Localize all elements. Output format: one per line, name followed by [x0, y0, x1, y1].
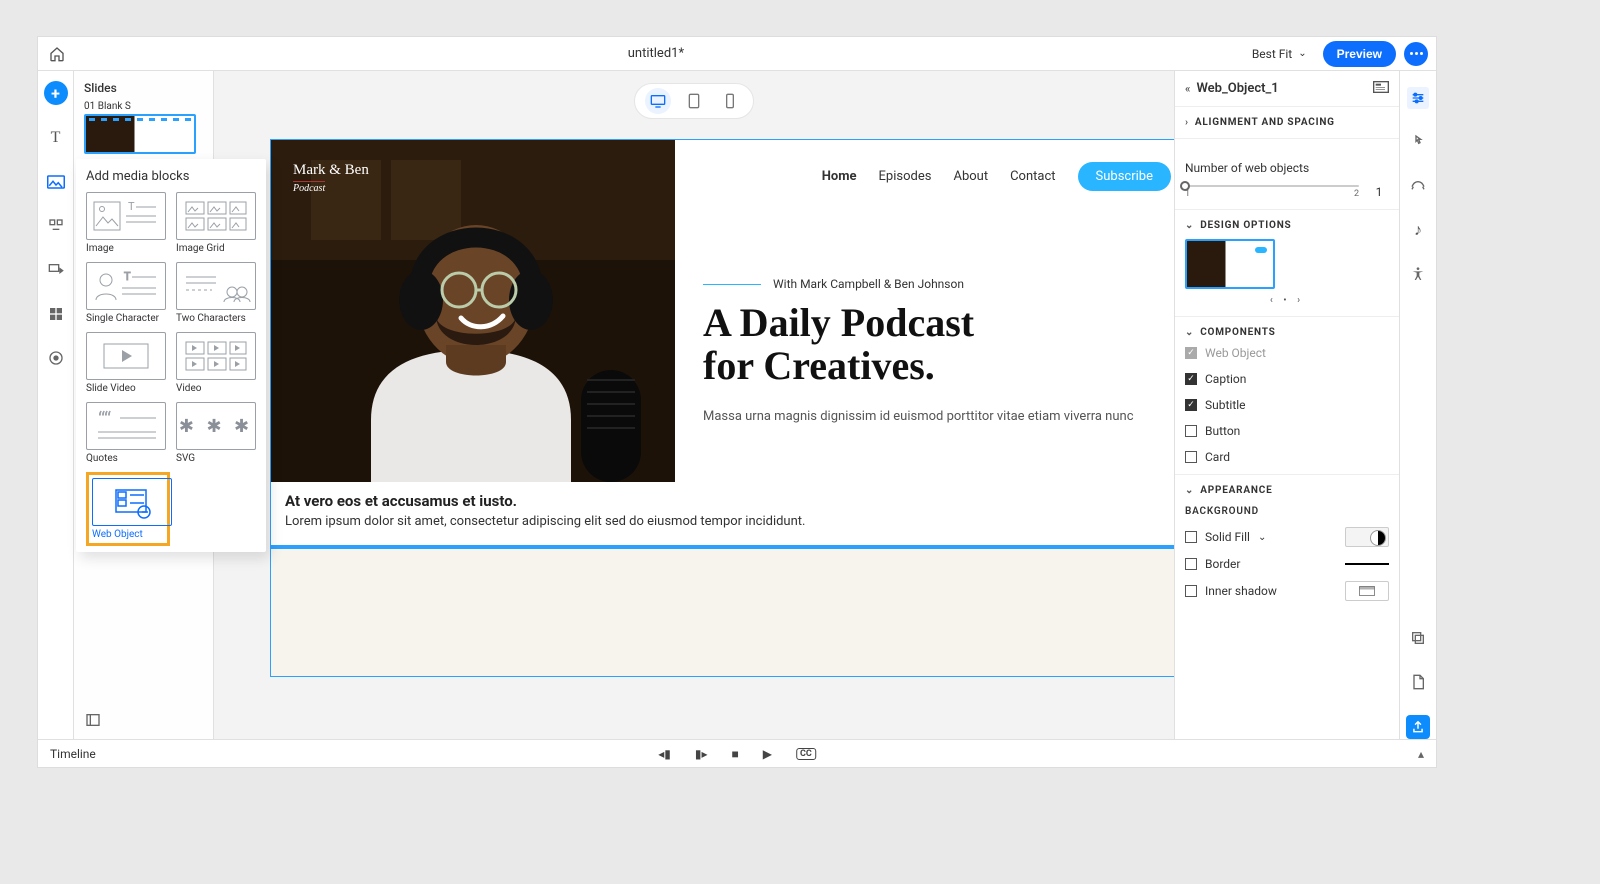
brand-logo: Mark & Ben Podcast — [293, 162, 369, 196]
media-svg[interactable]: ✱ ✱ ✱ SVG — [176, 402, 260, 464]
mobile-view[interactable] — [717, 88, 743, 114]
document-title: untitled1* — [68, 46, 1244, 61]
component-card[interactable]: Card — [1185, 450, 1389, 464]
text-tool[interactable]: T — [45, 127, 67, 149]
tablet-view[interactable] — [681, 88, 707, 114]
media-quotes[interactable]: ““ Quotes — [86, 402, 170, 464]
headline: A Daily Podcast for Creatives. — [703, 301, 1171, 387]
nav-episodes[interactable]: Episodes — [879, 169, 932, 184]
caption-title[interactable]: At vero eos et accusamus et iusto. — [285, 492, 1175, 510]
collapse-inspector-icon[interactable]: « — [1185, 82, 1190, 95]
media-popup: Add media blocks T Image Image Grid T Si… — [76, 159, 266, 552]
slide-thumb-label: 01 Blank S — [74, 99, 213, 112]
dots-icon — [1410, 52, 1423, 55]
component-caption[interactable]: ✓Caption — [1185, 372, 1389, 386]
properties-icon[interactable] — [1407, 87, 1429, 109]
web-object[interactable]: Mark & Ben Podcast Home Episodes About C… — [271, 140, 1175, 549]
chevron-right-icon: › — [1185, 117, 1189, 128]
inner-shadow-checkbox[interactable]: Inner shadow — [1185, 584, 1277, 598]
home-icon[interactable] — [46, 43, 68, 65]
subscribe-button[interactable]: Subscribe — [1078, 162, 1171, 191]
background-label: BACKGROUND — [1185, 506, 1389, 517]
inner-shadow-swatch[interactable] — [1345, 581, 1389, 601]
media-image[interactable]: T Image — [86, 192, 170, 254]
stop-icon[interactable]: ■ — [732, 747, 739, 761]
design-section[interactable]: ⌄ DESIGN OPTIONS — [1185, 220, 1389, 231]
lead-text: Massa urna magnis dignissim id euismod p… — [703, 409, 1171, 424]
svg-text:T: T — [128, 200, 135, 213]
share-button[interactable] — [1406, 715, 1430, 739]
timeline-collapse-icon[interactable]: ▴ — [1418, 747, 1424, 761]
svg-text:““: ““ — [98, 407, 111, 431]
component-web-object: ✓Web Object — [1185, 346, 1389, 360]
num-objects-label: Number of web objects — [1185, 161, 1389, 175]
nav-about[interactable]: About — [953, 169, 988, 184]
timeline-label[interactable]: Timeline — [50, 747, 96, 761]
interactions-icon[interactable] — [1407, 131, 1429, 153]
document-icon[interactable] — [1407, 671, 1429, 693]
media-image-grid[interactable]: Image Grid — [176, 192, 260, 254]
media-web-object[interactable]: Web Object — [86, 472, 170, 546]
hero-image: Mark & Ben Podcast — [271, 140, 675, 482]
alignment-section[interactable]: › ALIGNMENT AND SPACING — [1185, 117, 1389, 128]
accessibility-icon[interactable] — [1407, 263, 1429, 285]
appearance-section[interactable]: ⌄ APPEARANCE — [1185, 485, 1389, 496]
components-section[interactable]: ⌄ COMPONENTS — [1185, 327, 1389, 338]
copy-icon[interactable] — [1407, 627, 1429, 649]
svg-text:T: T — [124, 270, 131, 283]
desktop-view[interactable] — [645, 88, 671, 114]
slide-thumb[interactable] — [84, 114, 196, 154]
more-button[interactable] — [1404, 42, 1428, 66]
nav-home[interactable]: Home — [822, 169, 857, 184]
caption-body[interactable]: Lorem ipsum dolor sit amet, consectetur … — [285, 514, 1175, 529]
add-button[interactable]: + — [44, 81, 68, 105]
chevron-down-icon: ⌄ — [1185, 485, 1194, 496]
branching-tool[interactable] — [45, 259, 67, 281]
record-tool[interactable] — [45, 347, 67, 369]
cc-icon[interactable]: CC — [796, 748, 816, 760]
media-tool[interactable] — [45, 171, 67, 193]
object-name: Web_Object_1 — [1196, 81, 1278, 96]
media-popup-title: Add media blocks — [86, 169, 256, 184]
design-option-1[interactable] — [1185, 239, 1275, 289]
num-objects-slider[interactable] — [1185, 185, 1359, 187]
widget-tool[interactable] — [45, 303, 67, 325]
design-carousel-nav[interactable]: ‹ • › — [1185, 295, 1389, 306]
zoom-label: Best Fit — [1252, 47, 1292, 61]
solid-fill-swatch[interactable] — [1345, 527, 1389, 547]
media-single-character[interactable]: T Single Character — [86, 262, 170, 324]
step-back-icon[interactable]: ◂▮ — [658, 747, 671, 761]
chevron-down-icon: ⌄ — [1185, 220, 1194, 231]
chevron-down-icon: ⌄ — [1258, 532, 1266, 543]
brand-name: Mark & Ben — [293, 162, 369, 179]
media-slide-video[interactable]: Slide Video — [86, 332, 170, 394]
site-nav: Home Episodes About Contact Subscribe — [703, 162, 1171, 191]
play-icon[interactable]: ▶ — [763, 747, 772, 761]
slide-type-icon[interactable] — [1373, 81, 1389, 97]
chevron-down-icon: ⌄ — [1185, 327, 1194, 338]
interactive-tool[interactable] — [45, 215, 67, 237]
overline: With Mark Campbell & Ben Johnson — [703, 277, 1171, 291]
audio-icon[interactable]: ♪ — [1407, 219, 1429, 241]
media-video[interactable]: Video — [176, 332, 260, 394]
media-two-characters[interactable]: Two Characters — [176, 262, 260, 324]
animation-icon[interactable] — [1407, 175, 1429, 197]
brand-sub: Podcast — [293, 181, 325, 194]
component-button[interactable]: Button — [1185, 424, 1389, 438]
border-swatch[interactable] — [1345, 563, 1389, 565]
num-objects-value: 1 — [1369, 185, 1389, 199]
slides-panel-title: Slides — [74, 71, 213, 99]
step-forward-icon[interactable]: ▮▸ — [695, 747, 708, 761]
border-checkbox[interactable]: Border — [1185, 557, 1240, 571]
component-subtitle[interactable]: ✓Subtitle — [1185, 398, 1389, 412]
toc-icon[interactable] — [82, 709, 104, 731]
solid-fill-checkbox[interactable]: Solid Fill ⌄ — [1185, 530, 1266, 544]
slide-canvas[interactable]: Mark & Ben Podcast Home Episodes About C… — [270, 139, 1175, 677]
nav-contact[interactable]: Contact — [1010, 169, 1055, 184]
device-tabs — [634, 83, 754, 119]
preview-button[interactable]: Preview — [1323, 41, 1396, 67]
chevron-down-icon: ⌄ — [1298, 48, 1306, 59]
zoom-dropdown[interactable]: Best Fit ⌄ — [1244, 43, 1315, 65]
